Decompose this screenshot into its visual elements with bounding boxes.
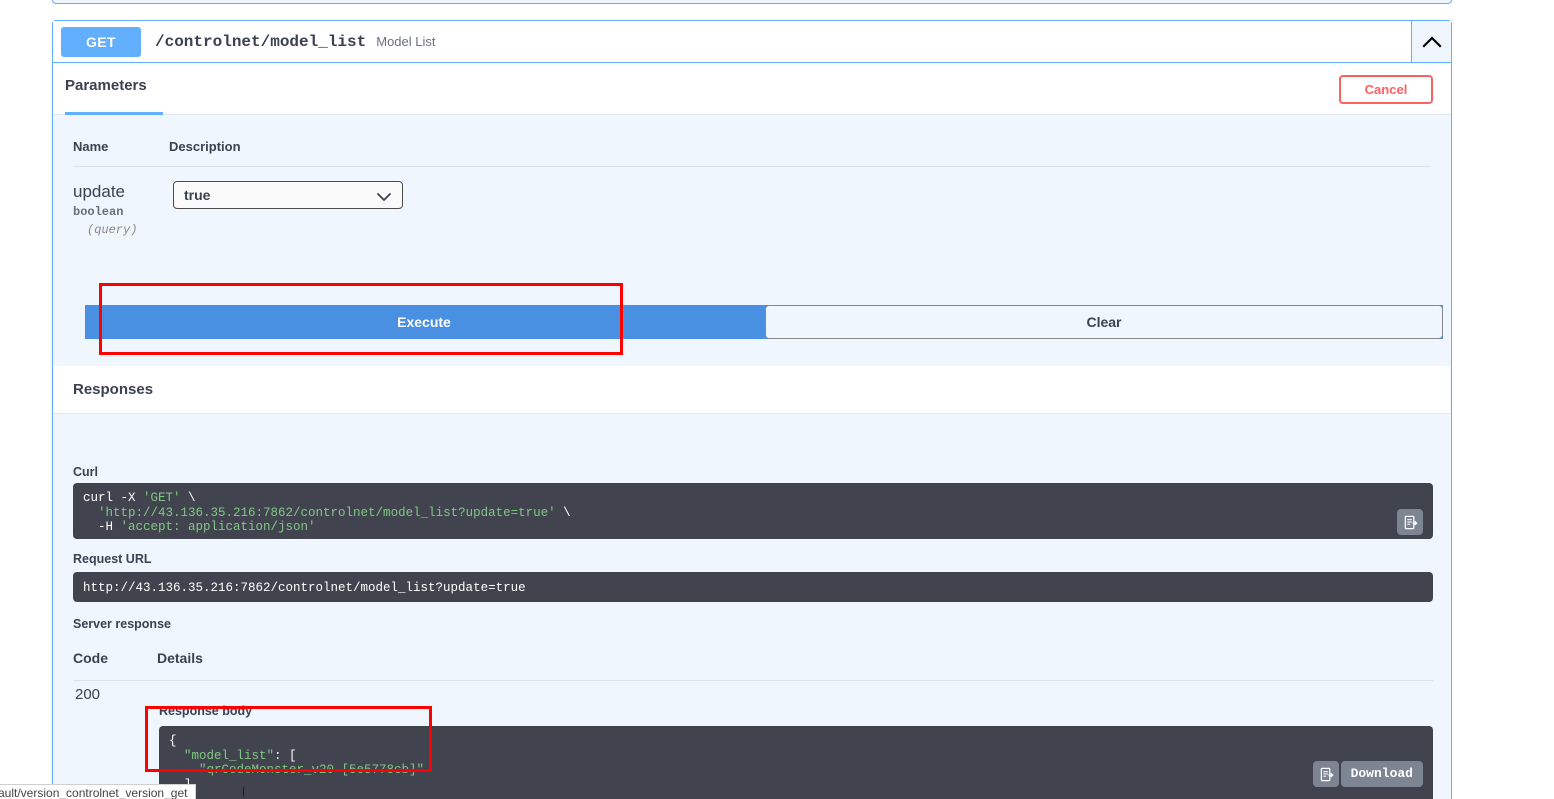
curl-line2-url: 'http://43.136.35.216:7862/controlnet/mo… [98, 505, 556, 520]
curl-line3-flag: -H [83, 520, 121, 534]
tab-active-underline [65, 112, 163, 115]
header-name: Name [73, 139, 109, 154]
parameters-section: Name Description update boolean (query) … [53, 115, 1451, 239]
copy-to-clipboard-icon [1404, 515, 1418, 529]
parameter-location: (query) [87, 223, 138, 237]
download-button[interactable]: Download [1340, 761, 1423, 787]
header-description: Description [169, 139, 241, 154]
parameter-name: update [73, 182, 125, 201]
header-details: Details [157, 650, 203, 666]
header-code: Code [73, 650, 108, 666]
chevron-up-icon [1421, 35, 1442, 48]
tab-parameters[interactable]: Parameters [65, 77, 147, 108]
update-select[interactable]: true [173, 181, 403, 209]
curl-line1-method: 'GET' [143, 491, 181, 505]
endpoint-path: /controlnet/model_list [155, 32, 367, 51]
curl-line3-header: 'accept: application/json' [120, 520, 316, 534]
operation-tab-row: Parameters [53, 63, 1451, 115]
request-url-text: http://43.136.35.216:7862/controlnet/mod… [83, 581, 526, 595]
chevron-down-icon [376, 189, 392, 207]
response-body-label: Response body [159, 704, 253, 718]
swagger-ui-page: GET /controlnet/model_list Model List Pa… [0, 0, 1554, 799]
curl-line1-prefix: curl -X [83, 491, 144, 505]
copy-to-clipboard-icon [1320, 767, 1334, 781]
http-method-badge: GET [61, 26, 141, 57]
responses-content: Curl curl -X 'GET' \ 'http://43.136.35.2… [54, 414, 1450, 799]
previous-operation-block[interactable] [52, 0, 1452, 4]
response-line-3-value: "qrCodeMonster_v20 [5e5778cb]" [169, 763, 425, 777]
copy-response-button[interactable] [1313, 761, 1339, 787]
responses-title: Responses [73, 381, 154, 398]
request-url-block: http://43.136.35.216:7862/controlnet/mod… [73, 572, 1433, 602]
response-line-2-key: "model_list" [169, 748, 275, 763]
response-table-header: Code Details [73, 650, 1433, 681]
response-line-1: { [169, 734, 177, 748]
operation-summary-bar[interactable]: GET /controlnet/model_list Model List [53, 21, 1451, 63]
browser-status-bar: ault/version_controlnet_version_get [0, 784, 197, 799]
parameter-type: boolean [73, 205, 124, 219]
text-caret: | [242, 784, 246, 798]
response-line-2-rest: : [ [274, 748, 297, 763]
curl-code-block: curl -X 'GET' \ 'http://43.136.35.216:78… [73, 483, 1433, 539]
curl-line2-indent [83, 506, 98, 520]
curl-line1-suffix: \ [180, 491, 196, 505]
execute-button[interactable]: Execute [85, 305, 763, 339]
copy-curl-button[interactable] [1397, 509, 1423, 535]
clear-button[interactable]: Clear [765, 305, 1443, 339]
server-response-label: Server response [73, 617, 171, 631]
collapse-toggle-button[interactable] [1411, 21, 1451, 62]
parameters-table-header: Name Description [73, 139, 1431, 167]
cancel-button[interactable]: Cancel [1339, 75, 1433, 104]
parameter-row-update: update boolean (query) true [73, 167, 1431, 239]
request-url-label: Request URL [73, 552, 152, 566]
browser-status-text: ault/version_controlnet_version_get [0, 786, 188, 799]
operation-block-model-list: GET /controlnet/model_list Model List Pa… [52, 20, 1452, 799]
parameter-control-cell: true [169, 181, 1431, 239]
parameter-name-cell: update boolean (query) [73, 181, 169, 239]
endpoint-summary: Model List [376, 34, 436, 49]
response-body-block: { "model_list": [ "qrCodeMonster_v20 [5e… [159, 726, 1433, 799]
curl-label: Curl [73, 465, 98, 479]
curl-line2-suffix: \ [555, 505, 571, 520]
update-select-value: true [184, 187, 211, 203]
responses-header-bar: Responses [54, 366, 1450, 414]
status-code-value: 200 [75, 686, 101, 703]
